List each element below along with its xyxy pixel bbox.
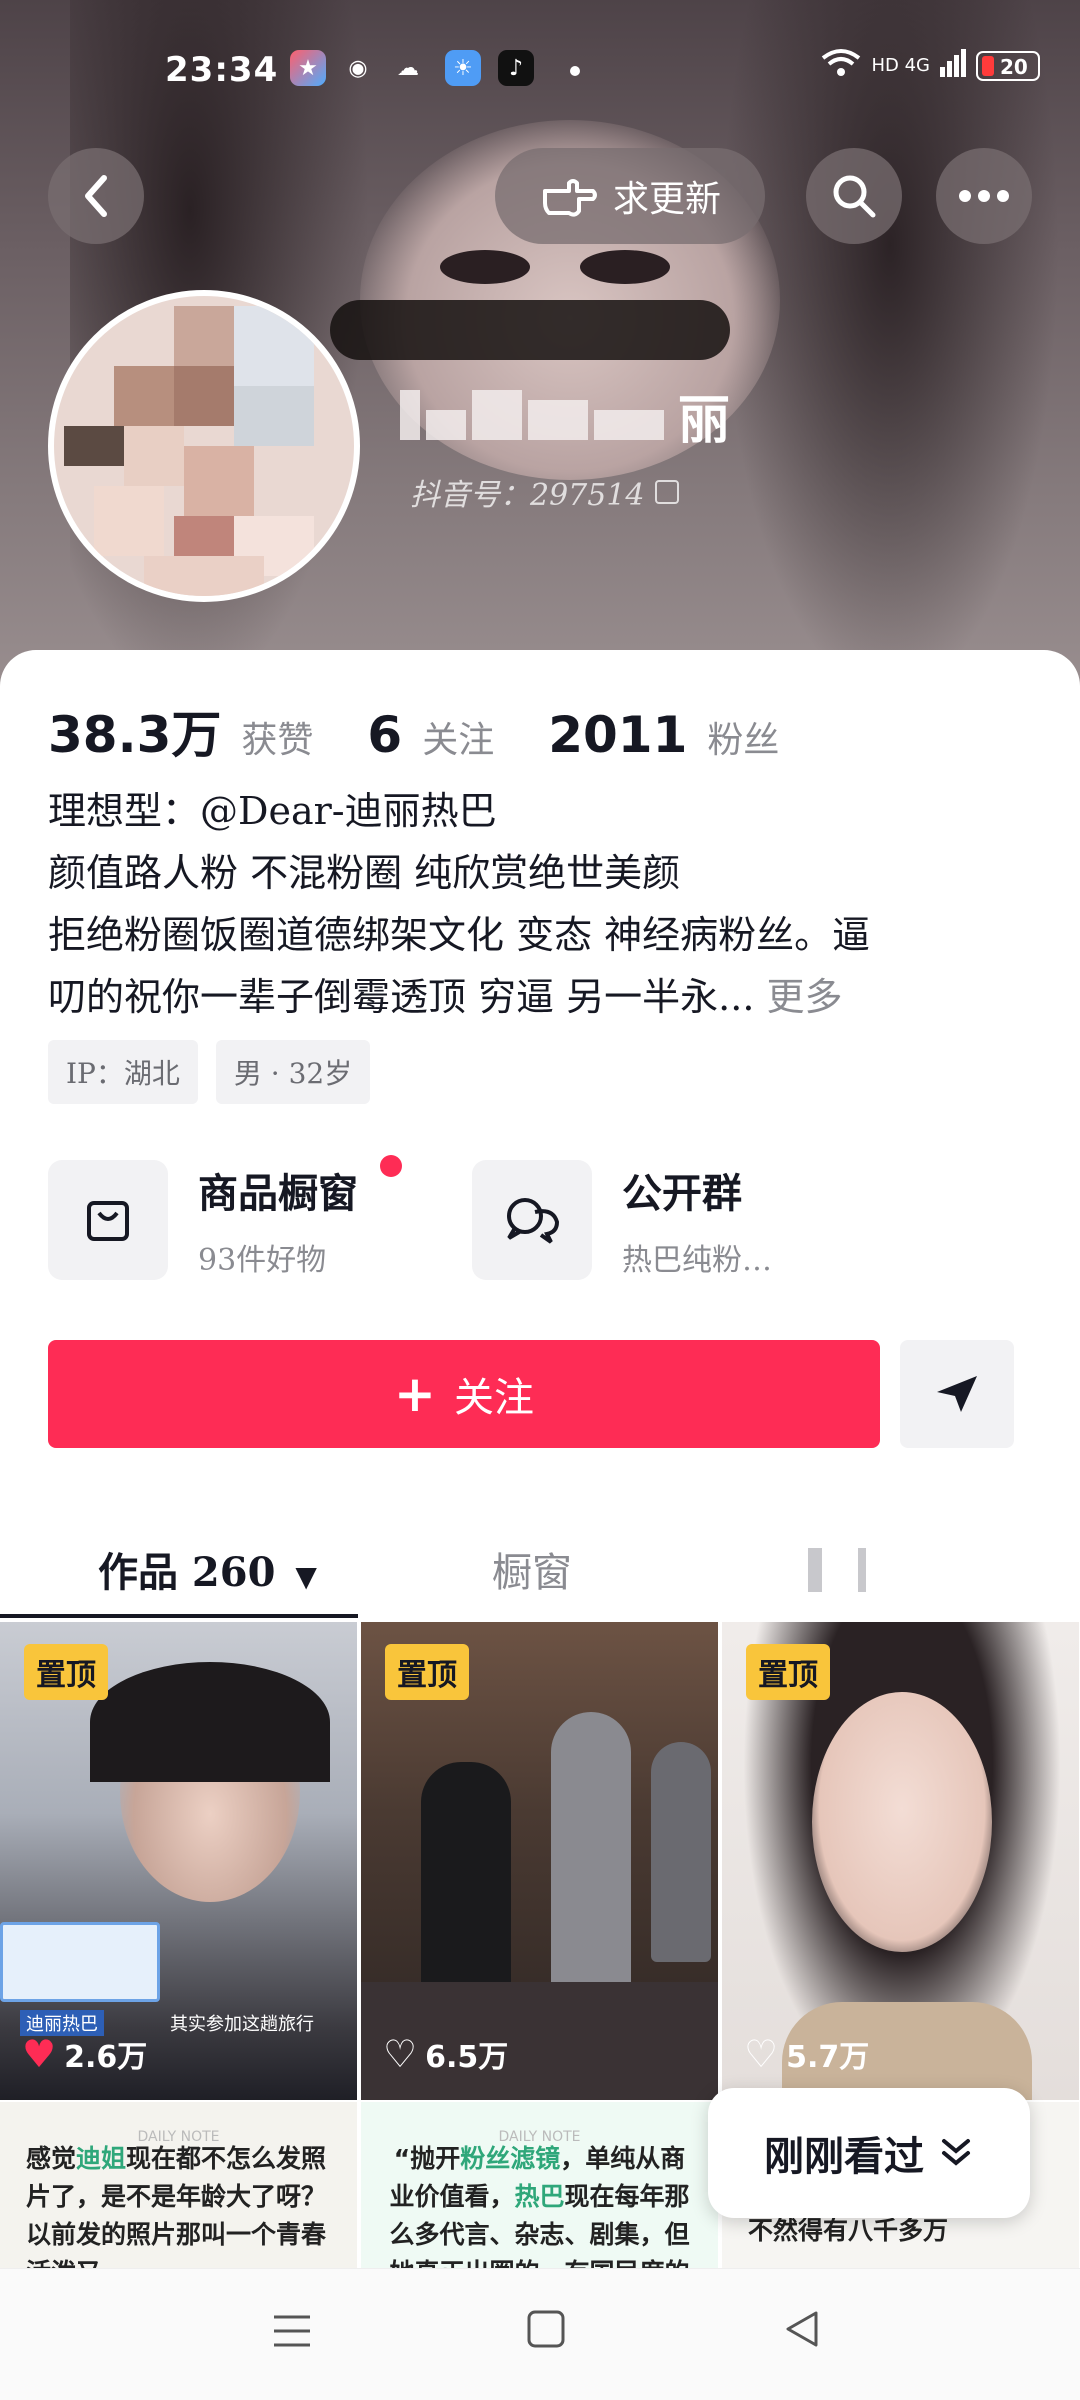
tile-subcaption: 其实参加这趟旅行 xyxy=(170,2014,314,2035)
tab-shop-window[interactable]: 橱窗 xyxy=(492,1540,572,1598)
stat-followers[interactable]: 2011 粉丝 xyxy=(548,706,779,764)
more-dots-icon xyxy=(959,190,1009,202)
pinned-badge: 置顶 xyxy=(24,1644,108,1700)
video-tile[interactable]: 置顶 ♡ 6.5万 xyxy=(361,1622,718,2100)
tab-works[interactable]: 作品 260 ▼ xyxy=(98,1540,317,1598)
bio[interactable]: 理想型：@Dear-迪丽热巴 颜值路人粉 不混粉圈 纯欣赏绝世美颜 拒绝粉圈饭圈… xyxy=(48,780,1048,1028)
recently-viewed-button[interactable]: 刚刚看过 xyxy=(708,2088,1030,2218)
battery-icon: 20 xyxy=(976,50,1040,81)
wechat-icon: ☁ xyxy=(397,55,419,81)
shop-window-sub: 93件好物 xyxy=(198,1243,327,1278)
profile-page: 23:34 ★ ◉ ☁ ☀ ♪ HD 4G 20 求更新 丽 抖音号：29751… xyxy=(0,0,1080,2400)
tab-hidden[interactable] xyxy=(858,1548,866,1592)
wifi-icon xyxy=(821,48,861,83)
request-update-button[interactable]: 求更新 xyxy=(495,148,765,244)
heart-filled-icon: ♥ xyxy=(22,2032,57,2076)
pinned-badge: 置顶 xyxy=(385,1644,469,1700)
video-tile[interactable]: 置顶 ♡ 5.7万 xyxy=(722,1622,1079,2100)
copy-icon[interactable] xyxy=(654,480,679,504)
douyin-id[interactable]: 抖音号：297514 xyxy=(410,470,679,514)
weibo-icon: ◉ xyxy=(348,55,368,81)
stat-likes[interactable]: 38.3万 获赞 xyxy=(48,695,313,767)
notification-dot xyxy=(380,1155,402,1177)
public-group-entry[interactable]: 公开群 热巴纯粉… xyxy=(472,1160,772,1280)
bio-more-link[interactable]: 更多 xyxy=(767,975,843,1019)
profile-name: 丽 xyxy=(400,380,731,451)
app-notification-icon: ★ xyxy=(290,50,326,86)
signal-icon xyxy=(940,49,966,82)
search-icon xyxy=(833,175,876,218)
chat-bubbles-icon xyxy=(507,1198,560,1244)
follow-button[interactable]: + 关注 xyxy=(48,1340,880,1448)
gender-age-tag: 男 · 32岁 xyxy=(215,1040,371,1104)
profile-name-visible: 丽 xyxy=(678,390,731,451)
bio-line: 理想型：@Dear-迪丽热巴 xyxy=(48,789,497,833)
back-nav-icon[interactable] xyxy=(782,2309,822,2349)
content-tabs: 作品 260 ▼ 橱窗 xyxy=(0,1510,1080,1620)
more-button[interactable] xyxy=(936,148,1032,244)
note-tile[interactable]: DAILY NOTE 感觉迪姐现在都不怎么发照片了，是不是年龄大了呀？以前发的照… xyxy=(0,2102,357,2268)
ip-tag: IP：湖北 xyxy=(48,1040,198,1104)
douyin-id-text: 抖音号：297514 xyxy=(410,478,645,513)
send-icon xyxy=(937,1376,977,1412)
follow-label: 关注 xyxy=(453,1375,534,1421)
note-tile[interactable]: DAILY NOTE “抛开粉丝滤镜，单纯从商业价值看，热巴现在每年那么多代言、… xyxy=(361,2102,718,2268)
caret-down-icon: ▼ xyxy=(295,1560,317,1593)
bio-line: 颜值路人粉 不混粉圈 纯欣赏绝世美颜 xyxy=(48,851,681,895)
back-button[interactable] xyxy=(48,148,144,244)
menu-icon[interactable] xyxy=(270,2309,314,2353)
profile-tags: IP：湖北 男 · 32岁 xyxy=(48,1040,371,1104)
pinned-badge: 置顶 xyxy=(746,1644,830,1700)
request-update-label: 求更新 xyxy=(612,179,721,220)
status-bar: 23:34 ★ ◉ ☁ ☀ ♪ HD 4G 20 xyxy=(0,40,1080,100)
plus-icon: + xyxy=(394,1365,436,1423)
pointing-hand-icon xyxy=(542,179,597,217)
tab-hidden[interactable] xyxy=(808,1548,822,1592)
bio-line: 拒绝粉圈饭圈道德绑架文化 变态 神经病粉丝。逼 xyxy=(48,913,871,957)
tab-underline xyxy=(0,1614,358,1618)
status-time: 23:34 xyxy=(165,50,279,90)
message-button[interactable] xyxy=(900,1340,1014,1448)
like-count: ♡ 6.5万 xyxy=(383,2032,509,2076)
shop-window-title: 商品橱窗 xyxy=(198,1170,358,1217)
public-group-sub: 热巴纯粉… xyxy=(622,1243,772,1278)
search-button[interactable] xyxy=(806,148,902,244)
recently-viewed-label: 刚刚看过 xyxy=(764,2133,924,2180)
network-label: HD 4G xyxy=(871,55,930,76)
bio-line: 叨的祝你一辈子倒霉透顶 穷逼 另一半永... xyxy=(48,975,755,1019)
stat-following[interactable]: 6 关注 xyxy=(367,706,494,764)
tiktok-icon: ♪ xyxy=(498,50,534,86)
home-icon[interactable] xyxy=(526,2309,566,2349)
like-count: ♡ 5.7万 xyxy=(744,2032,870,2076)
weather-icon: ☀ xyxy=(445,50,481,86)
heart-outline-icon: ♡ xyxy=(383,2032,418,2076)
avatar[interactable] xyxy=(48,290,360,602)
double-chevron-down-icon xyxy=(942,2139,970,2166)
more-notifications-icon xyxy=(570,66,580,76)
shopping-bag-icon xyxy=(87,1201,129,1241)
heart-outline-icon: ♡ xyxy=(744,2032,779,2076)
stats-row: 38.3万 获赞 6 关注 2011 粉丝 xyxy=(48,695,779,767)
like-count: ♥ 2.6万 xyxy=(22,2032,148,2076)
video-tile[interactable]: 迪丽热巴 其实参加这趟旅行 置顶 ♥ 2.6万 xyxy=(0,1622,357,2100)
system-navigation-bar xyxy=(0,2268,1080,2400)
public-group-title: 公开群 xyxy=(622,1170,742,1217)
shop-window-entry[interactable]: 商品橱窗 93件好物 xyxy=(48,1155,402,1280)
chevron-left-icon xyxy=(85,175,107,217)
